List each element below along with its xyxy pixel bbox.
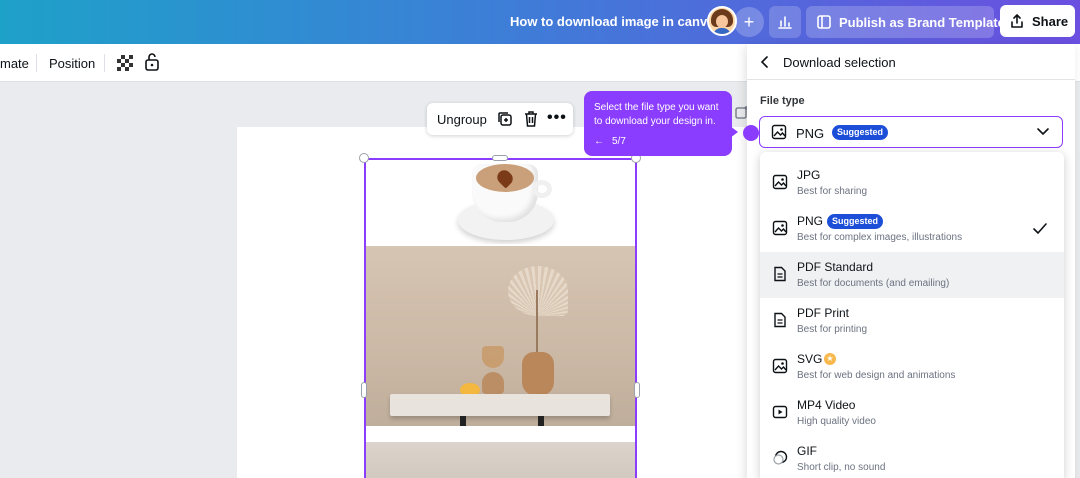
- option-name: SVG: [797, 352, 823, 366]
- coachmark-tooltip: Select the file type you want to downloa…: [584, 91, 732, 156]
- publish-label: Publish as Brand Template: [839, 15, 1005, 30]
- tooltip-step-counter: 5/7: [612, 136, 626, 147]
- file-type-select[interactable]: PNG Suggested: [759, 116, 1063, 148]
- position-button[interactable]: Position: [49, 56, 95, 71]
- duplicate-icon[interactable]: [496, 110, 514, 128]
- resize-handle-top-left[interactable]: [359, 153, 369, 163]
- option-description: Best for sharing: [797, 186, 868, 197]
- file-type-option-gif[interactable]: GIF Short clip, no sound: [760, 436, 1064, 478]
- more-options-icon[interactable]: •••: [547, 109, 567, 127]
- share-label: Share: [1032, 14, 1069, 29]
- resize-handle-right[interactable]: [634, 382, 640, 398]
- suggested-badge: Suggested: [827, 214, 884, 229]
- element-floating-toolbar: Ungroup •••: [427, 103, 573, 135]
- transparency-icon[interactable]: [117, 55, 133, 71]
- ungroup-button[interactable]: Ungroup: [437, 112, 487, 127]
- image-icon: [772, 358, 788, 374]
- option-name: JPG: [797, 168, 821, 182]
- trash-icon[interactable]: [523, 110, 539, 128]
- coachmark-dot: [743, 125, 759, 141]
- file-type-option-pdf-print[interactable]: PDF Print Best for printing: [760, 298, 1064, 344]
- suggested-badge: Suggested: [832, 125, 889, 140]
- option-description: Best for complex images, illustrations: [797, 232, 963, 243]
- file-type-option-pdf-standard[interactable]: PDF Standard Best for documents (and ema…: [760, 252, 1064, 298]
- toolbar-divider: [36, 54, 37, 72]
- template-icon: [817, 15, 831, 29]
- option-description: High quality video: [797, 416, 876, 427]
- tooltip-back-arrow-icon[interactable]: ←: [594, 136, 604, 147]
- panel-header: Download selection: [747, 44, 1075, 80]
- top-header: How to download image in canva + Publish…: [0, 0, 1080, 44]
- video-icon: [772, 405, 788, 419]
- tooltip-text: Select the file type you want to downloa…: [594, 102, 719, 127]
- back-chevron-icon[interactable]: [759, 55, 771, 69]
- resize-handle-left[interactable]: [361, 382, 367, 398]
- document-icon: [774, 266, 786, 282]
- publish-brand-template-button[interactable]: Publish as Brand Template: [806, 6, 1005, 38]
- option-name: PNG: [797, 214, 824, 228]
- file-type-value: PNG: [796, 126, 825, 141]
- pro-crown-icon: ★: [824, 353, 836, 365]
- gif-icon: [773, 450, 788, 465]
- user-avatar[interactable]: [707, 6, 737, 36]
- option-name: MP4 Video: [797, 398, 856, 412]
- animate-button[interactable]: mate: [0, 56, 29, 71]
- file-type-option-mp4[interactable]: MP4 Video High quality video: [760, 390, 1064, 436]
- option-name: PDF Standard: [797, 260, 874, 274]
- checkmark-icon: [1033, 223, 1047, 235]
- file-type-option-svg[interactable]: SVG ★ Best for web design and animations: [760, 344, 1064, 390]
- bar-chart-icon: [778, 16, 792, 29]
- file-type-label: File type: [760, 95, 805, 107]
- add-collaborator-button[interactable]: +: [734, 7, 764, 37]
- option-description: Short clip, no sound: [797, 462, 886, 473]
- resize-handle-top[interactable]: [492, 155, 508, 161]
- panel-title: Download selection: [783, 55, 896, 70]
- avatar-body: [713, 28, 731, 34]
- insights-button[interactable]: [769, 6, 801, 38]
- chevron-down-icon: [1037, 128, 1049, 136]
- avatar-face: [716, 15, 728, 28]
- image-icon: [772, 220, 788, 236]
- toolbar-divider: [104, 54, 105, 72]
- share-icon: [1011, 14, 1023, 28]
- document-title[interactable]: How to download image in canva: [510, 14, 714, 29]
- option-description: Best for web design and animations: [797, 370, 956, 381]
- share-button[interactable]: Share: [1000, 5, 1075, 37]
- document-icon: [774, 312, 786, 328]
- tooltip-pointer: [730, 126, 738, 138]
- file-type-option-jpg[interactable]: JPG Best for sharing: [760, 160, 1064, 206]
- image-icon: [772, 174, 788, 190]
- file-type-dropdown: JPG Best for sharing PNG Suggested Best …: [760, 152, 1064, 478]
- lock-icon[interactable]: [143, 52, 161, 72]
- selection-frame[interactable]: [364, 158, 637, 478]
- option-description: Best for printing: [797, 324, 868, 335]
- option-description: Best for documents (and emailing): [797, 278, 950, 289]
- image-icon: [771, 124, 787, 140]
- option-name: GIF: [797, 444, 817, 458]
- file-type-option-png[interactable]: PNG Suggested Best for complex images, i…: [760, 206, 1064, 252]
- option-name: PDF Print: [797, 306, 850, 320]
